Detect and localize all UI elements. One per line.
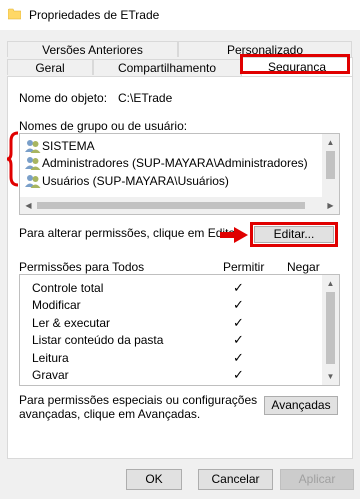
annotation-brace [6,131,19,187]
allow-check-icon: ✓ [233,280,244,295]
permissions-list: Controle total Modificar Ler & executar … [19,274,340,386]
permission-row: Leitura [32,349,69,367]
users-icon [25,175,41,188]
button-label: OK [145,472,163,486]
scroll-up-icon[interactable]: ▲ [322,134,339,151]
permission-row: Controle total [32,279,103,297]
tab-label: Compartilhamento [117,61,217,75]
window-title: Propriedades de ETrade [29,8,160,22]
tab-label: Versões Anteriores [42,43,143,57]
permission-row: Ler & executar [32,314,110,332]
scrollbar-thumb[interactable] [326,151,335,179]
button-label: Cancelar [211,472,260,486]
advanced-hint-line1: Para permissões especiais ou configuraçõ… [19,393,258,407]
annotation-highlight-security-tab [240,54,350,74]
annotation-arrow [220,227,248,243]
user-name: Usuários (SUP-MAYARA\Usuários) [42,174,229,188]
permission-name: Controle total [32,281,104,295]
groups-vertical-scrollbar[interactable]: ▲ [322,134,339,197]
tab-label: Geral [35,61,65,75]
cancel-button[interactable]: Cancelar [198,469,273,490]
annotation-highlight-edit [250,222,338,247]
tab-previous-versions[interactable]: Versões Anteriores [7,41,178,57]
folder-icon [8,8,21,20]
advanced-button[interactable]: Avançadas [264,396,338,415]
advanced-hint-line2: avançadas, clique em Avançadas. [19,407,201,421]
groups-horizontal-scrollbar[interactable]: ◀ ▶ [20,197,339,214]
scroll-right-icon[interactable]: ▶ [322,197,339,214]
permission-name: Ler & executar [32,316,111,330]
object-name-label: Nome do objeto: [19,91,108,105]
permissions-header: Permissões para Todos [19,260,145,274]
permission-name: Listar conteúdo da pasta [32,333,164,347]
scroll-left-icon[interactable]: ◀ [20,197,37,214]
scrollbar-thumb[interactable] [37,202,305,209]
user-name: Administradores (SUP-MAYARA\Administrado… [42,156,308,170]
permissions-deny-header: Negar [287,260,320,274]
allow-check-icon: ✓ [233,350,244,365]
scroll-up-icon[interactable]: ▲ [322,275,339,292]
users-icon [25,140,41,153]
users-icon [25,157,41,170]
permission-name: Modificar [32,298,81,312]
ok-button[interactable]: OK [126,469,182,490]
groups-listbox[interactable]: SISTEMA Administradores (SUP-MAYARA\Admi… [19,133,340,215]
tab-general[interactable]: Geral [7,59,93,75]
permissions-vertical-scrollbar[interactable]: ▲ ▼ [322,275,339,385]
scrollbar-thumb[interactable] [326,292,335,364]
permissions-allow-header: Permitir [223,260,265,274]
groups-label: Nomes de grupo ou de usuário: [19,119,188,133]
allow-check-icon: ✓ [233,315,244,330]
object-name-value: C:\ETrade [118,91,173,105]
permission-row: Gravar [32,366,69,384]
button-label: Avançadas [271,398,331,412]
edit-hint: Para alterar permissões, clique em Edita… [19,226,242,240]
allow-check-icon: ✓ [233,297,244,312]
allow-check-icon: ✓ [233,332,244,347]
permission-name: Gravar [32,368,69,382]
button-label: Aplicar [298,472,336,486]
allow-check-icon: ✓ [233,367,244,382]
permission-row: Listar conteúdo da pasta [32,331,163,349]
user-name: SISTEMA [42,139,95,153]
tab-sharing[interactable]: Compartilhamento [93,59,241,75]
scroll-down-icon[interactable]: ▼ [322,368,339,385]
permission-name: Leitura [32,351,69,365]
apply-button[interactable]: Aplicar [280,469,354,490]
title-bar: Propriedades de ETrade [0,0,360,30]
permission-row: Modificar [32,296,81,314]
